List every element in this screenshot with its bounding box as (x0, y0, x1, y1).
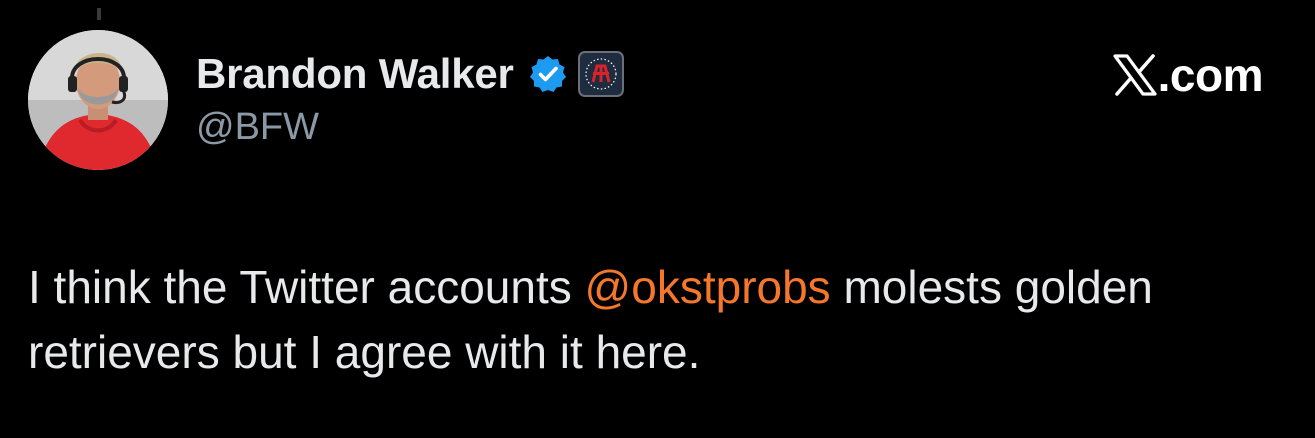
tweet-mention-link[interactable]: @okstprobs (585, 261, 831, 313)
x-brand-logo: .com (1113, 49, 1264, 101)
tweet-card: Brandon Walker @BFW .com I think the Twi… (0, 0, 1315, 438)
tweet-text: I think the Twitter accounts @okstprobs … (28, 255, 1278, 385)
verified-badge-icon (528, 54, 568, 94)
author-handle[interactable]: @BFW (196, 106, 319, 149)
avatar[interactable] (28, 30, 168, 170)
tweet-text-before: I think the Twitter accounts (28, 261, 585, 313)
barstool-affiliate-badge-icon[interactable] (577, 51, 624, 97)
x-domain-suffix: .com (1157, 49, 1264, 101)
top-divider-mark (97, 8, 101, 20)
author-name-row: Brandon Walker (196, 46, 624, 102)
x-logo-icon (1113, 54, 1157, 96)
author-display-name[interactable]: Brandon Walker (196, 50, 514, 98)
